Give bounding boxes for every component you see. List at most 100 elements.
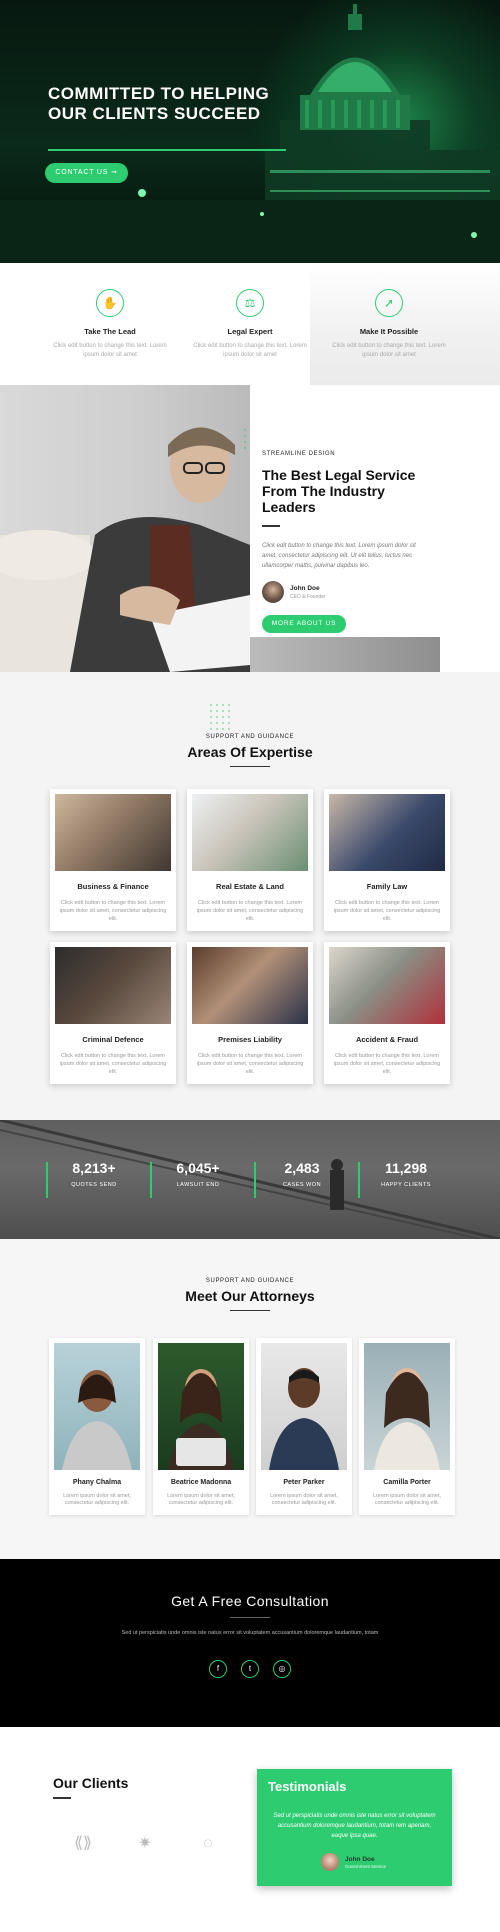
service-image (192, 947, 308, 1024)
attorney-card[interactable]: Phany Chalma Lorem ipsum dolor sit amet,… (49, 1338, 145, 1515)
dot-pattern-decor (210, 704, 230, 730)
stat-cases: 2,483 CASES WON (257, 1160, 347, 1188)
instagram-icon[interactable]: ◎ (273, 1660, 291, 1678)
features-section: ✋ Take The Lead Click edit button to cha… (0, 263, 500, 385)
stat-label: QUOTES SEND (71, 1182, 117, 1188)
testimonial-quote: Sed ut perspiciatis unde omnis iste natu… (273, 1813, 436, 1839)
stat-label: LAWSUIT END (176, 1182, 220, 1188)
attorney-card[interactable]: Camilla Porter Lorem ipsum dolor sit ame… (359, 1338, 455, 1515)
twitter-icon[interactable]: t (241, 1660, 259, 1678)
service-card[interactable]: Family Law Click edit button to change t… (324, 789, 450, 931)
gavel-icon: ⚖ (236, 289, 264, 317)
attorneys-divider (230, 1310, 270, 1311)
attorney-desc: Lorem ipsum dolor sit amet, consectetur … (167, 1493, 235, 1506)
stat-quotes: 8,213+ QUOTES SEND (49, 1160, 139, 1188)
client-logo-icon: ⟪⟫ (74, 1835, 92, 1852)
attorney-card[interactable]: Peter Parker Lorem ipsum dolor sit amet,… (256, 1338, 352, 1515)
service-card[interactable]: Premises Liability Click edit button to … (187, 942, 313, 1084)
more-about-us-button[interactable]: MORE ABOUT US (262, 615, 346, 633)
clients-section: Our Clients ⟪⟫ ✷ ◌ Testimonials Sed ut p… (0, 1727, 500, 1932)
service-card[interactable]: Criminal Defence Click edit button to ch… (50, 942, 176, 1084)
contact-us-button[interactable]: CONTACT US ➞ (45, 163, 128, 183)
stat-lawsuits: 6,045+ LAWSUIT END (153, 1160, 243, 1188)
landing-page: COMMITTED TO HELPING OUR CLIENTS SUCCEED… (0, 0, 500, 1932)
attorney-card[interactable]: Beatrice Madonna Lorem ipsum dolor sit a… (153, 1338, 249, 1515)
avatar (321, 1853, 339, 1871)
hero-title: COMMITTED TO HELPING OUR CLIENTS SUCCEED (48, 84, 270, 123)
capitol-building-illustration (0, 4, 500, 263)
stat-divider (358, 1162, 360, 1198)
expertise-title: Areas Of Expertise (187, 744, 313, 760)
attorney-photo (54, 1343, 140, 1470)
feature-desc: Click edit button to change this text. L… (193, 343, 307, 358)
testimonial-author: John Doe Government Service (321, 1853, 386, 1871)
clients-title: Our Clients (53, 1775, 129, 1791)
clients-divider (53, 1797, 71, 1799)
hand-icon: ✋ (96, 289, 124, 317)
feature-make-it-possible: ➚ Make It Possible Click edit button to … (324, 289, 454, 360)
author-block: John Doe CEO & Founder (262, 581, 430, 603)
attorney-name: Beatrice Madonna (170, 1479, 232, 1486)
stat-clients: 11,298 HAPPY CLIENTS (361, 1160, 451, 1188)
service-card[interactable]: Real Estate & Land Click edit button to … (187, 789, 313, 931)
stat-divider (254, 1162, 256, 1198)
attorneys-eyebrow: SUPPORT AND GUIDANCE (205, 1278, 295, 1284)
stats-section: 8,213+ QUOTES SEND 6,045+ LAWSUIT END 2,… (0, 1120, 500, 1239)
stat-number: 8,213+ (72, 1160, 116, 1176)
author-name: John Doe (290, 584, 320, 592)
about-eyebrow: STREAMLINE DESIGN (262, 451, 336, 457)
consultation-desc: Sed ut perspiciatis unde omnis iste natu… (121, 1630, 379, 1636)
about-section: STREAMLINE DESIGN The Best Legal Service… (0, 385, 500, 672)
feature-title: Make It Possible (359, 327, 419, 336)
service-card[interactable]: Accident & Fraud Click edit button to ch… (324, 942, 450, 1084)
service-card[interactable]: Business & Finance Click edit button to … (50, 789, 176, 931)
stat-divider (46, 1162, 48, 1198)
stat-number: 2,483 (284, 1160, 320, 1176)
facebook-icon[interactable]: f (209, 1660, 227, 1678)
avatar (262, 581, 284, 603)
feature-desc: Click edit button to change this text. L… (53, 343, 167, 358)
attorney-name: Camilla Porter (383, 1479, 431, 1486)
service-image (329, 947, 445, 1024)
feature-title: Legal Expert (227, 327, 273, 336)
service-title: Real Estate & Land (216, 882, 284, 891)
feature-desc: Click edit button to change this text. L… (332, 343, 446, 358)
about-title: The Best Legal Service From The Industry… (262, 467, 416, 515)
testimonial-title: Testimonials (268, 1779, 347, 1794)
expertise-section: SUPPORT AND GUIDANCE Areas Of Expertise … (0, 672, 500, 1120)
attorneys-title: Meet Our Attorneys (185, 1288, 315, 1304)
service-title: Accident & Fraud (355, 1035, 419, 1044)
service-desc: Click edit button to change this text. L… (59, 1053, 167, 1075)
client-logo-icon: ✷ (138, 1835, 152, 1852)
feature-legal-expert: ⚖ Legal Expert Click edit button to chan… (185, 289, 315, 360)
service-desc: Click edit button to change this text. L… (196, 900, 304, 922)
service-image (329, 794, 445, 871)
service-title: Premises Liability (218, 1035, 282, 1044)
hero-section: COMMITTED TO HELPING OUR CLIENTS SUCCEED… (0, 0, 500, 263)
feature-take-the-lead: ✋ Take The Lead Click edit button to cha… (45, 289, 175, 360)
testimonial-name: John Doe (345, 1855, 375, 1863)
attorney-desc: Lorem ipsum dolor sit amet, consectetur … (63, 1493, 131, 1506)
attorneys-section: SUPPORT AND GUIDANCE Meet Our Attorneys … (0, 1239, 500, 1559)
stat-number: 11,298 (384, 1160, 428, 1176)
about-description: Click edit button to change this text. L… (262, 543, 416, 569)
attorney-desc: Lorem ipsum dolor sit amet, consectetur … (270, 1493, 338, 1506)
attorney-name: Phany Chalma (72, 1479, 122, 1486)
feature-title: Take The Lead (84, 327, 136, 336)
expertise-divider (230, 766, 270, 767)
consultation-title: Get A Free Consultation (171, 1593, 329, 1609)
stat-divider (150, 1162, 152, 1198)
attorney-photo (261, 1343, 347, 1470)
service-desc: Click edit button to change this text. L… (196, 1053, 304, 1075)
attorney-name: Peter Parker (283, 1479, 325, 1486)
stat-label: HAPPY CLIENTS (381, 1182, 431, 1188)
hero-underline (48, 149, 286, 151)
expertise-eyebrow: SUPPORT AND GUIDANCE (205, 734, 295, 740)
client-logo-icon: ◌ (203, 1835, 213, 1852)
author-role: CEO & Founder (290, 593, 326, 600)
social-links: f t ◎ (0, 1660, 500, 1678)
consultation-divider (230, 1617, 270, 1618)
consultation-section: Get A Free Consultation Sed ut perspicia… (0, 1559, 500, 1727)
service-image (192, 794, 308, 871)
rocket-icon: ➚ (375, 289, 403, 317)
